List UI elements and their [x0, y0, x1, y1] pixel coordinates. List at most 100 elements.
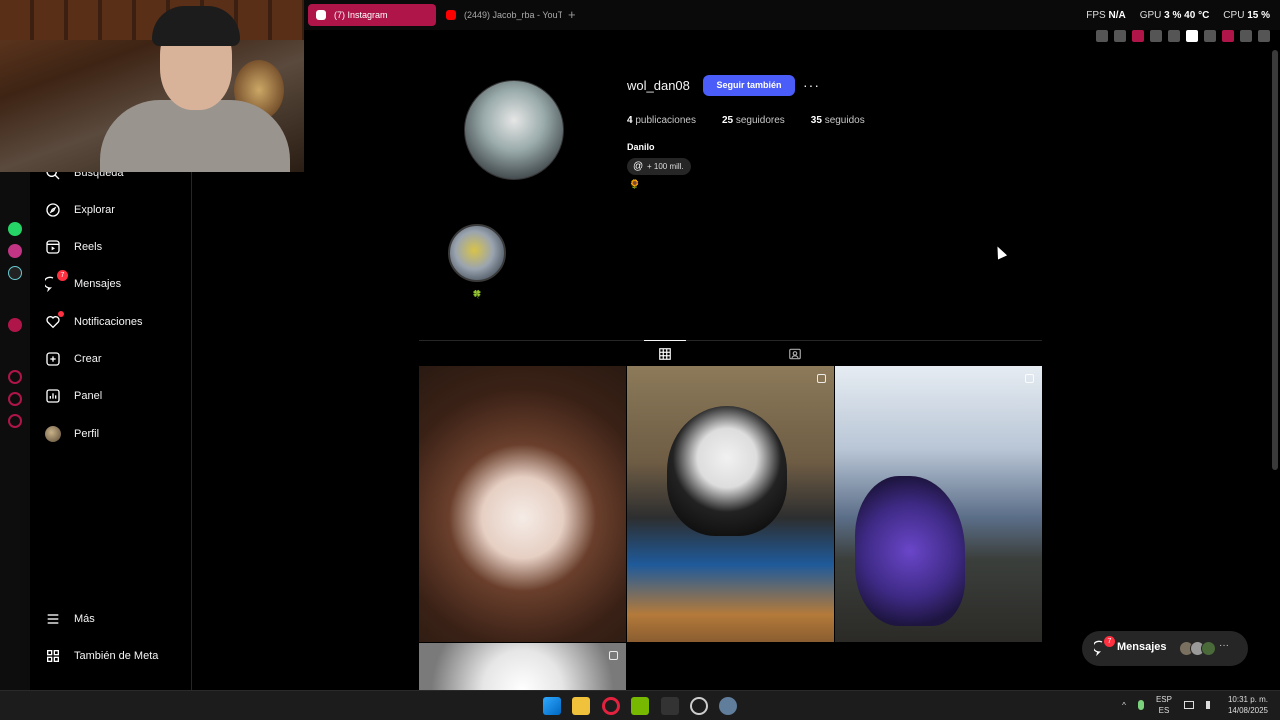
nav-label: Perfil [74, 428, 100, 440]
gpu-readout: GPU 3 % 40 °C [1139, 10, 1210, 21]
carousel-icon [1025, 374, 1034, 383]
nav-profile[interactable]: Perfil [44, 422, 99, 446]
mouse-cursor [992, 244, 1008, 260]
screen: (7) Instagram (2449) Jacob_rba - YouTu +… [0, 0, 1280, 720]
menu-icon[interactable] [1258, 30, 1270, 42]
messages-pill-label: Mensajes [1117, 641, 1167, 653]
nav-label: Panel [74, 390, 103, 402]
tab-label: (2449) Jacob_rba - YouTu [464, 10, 562, 20]
post-tile[interactable] [419, 643, 626, 690]
nav-create[interactable]: Crear [44, 347, 102, 371]
tab-tagged[interactable] [779, 341, 811, 367]
microphone-icon[interactable] [1137, 700, 1144, 710]
profile-r-icon[interactable] [1222, 30, 1234, 42]
profile-username: wol_dan08 [627, 78, 690, 93]
profile-avatar-icon [44, 425, 62, 443]
nav-explore[interactable]: Explorar [44, 198, 115, 222]
nav-panel[interactable]: Panel [44, 384, 102, 408]
carousel-icon [817, 374, 826, 383]
more-avatars-indicator: ··· [1219, 640, 1229, 651]
profile-stats: 4 publicaciones 25 seguidores 35 seguido… [627, 115, 865, 126]
pin-icon[interactable] [1096, 30, 1108, 42]
play-icon[interactable] [1150, 30, 1162, 42]
language-indicator[interactable]: ESP ES [1156, 694, 1172, 716]
post-tile[interactable] [835, 366, 1042, 642]
tab-youtube[interactable]: (2449) Jacob_rba - YouTu [438, 4, 562, 26]
puzzle-icon[interactable] [1204, 30, 1216, 42]
threads-icon: @ [633, 161, 644, 172]
heart-icon [44, 311, 64, 331]
browser-toolbar [1096, 30, 1270, 42]
highlight-label: 🍀 [472, 290, 482, 299]
tab-posts[interactable] [644, 340, 686, 366]
webcam-overlay [0, 0, 304, 172]
download-icon[interactable] [1240, 30, 1252, 42]
extension-icon[interactable] [1186, 30, 1198, 42]
grid-squares-icon [44, 647, 62, 665]
post-tile[interactable] [627, 366, 834, 642]
file-explorer-icon[interactable] [572, 697, 590, 715]
history-icon[interactable] [8, 370, 22, 384]
tiktok-icon[interactable] [8, 266, 22, 280]
instagram-sidebar: Búsqueda Explorar Reels 7 Mensajes Notif… [30, 160, 192, 690]
taskbar: ^ ESP ES 10:31 p. m. 14/08/2025 [0, 690, 1280, 720]
nav-label: Mensajes [74, 278, 122, 290]
volume-icon[interactable] [1205, 701, 1216, 709]
heart-icon[interactable] [1168, 30, 1180, 42]
nav-label: Más [74, 613, 95, 625]
tab-instagram[interactable]: (7) Instagram [308, 4, 436, 26]
tagged-user-icon [789, 348, 801, 360]
whatsapp-icon[interactable] [8, 222, 22, 236]
network-icon[interactable] [1183, 701, 1194, 709]
cpu-readout: CPU 15 % [1223, 10, 1270, 21]
fps-readout: FPS N/A [1086, 10, 1126, 21]
settings-gear-icon[interactable] [719, 697, 737, 715]
discord-icon[interactable] [690, 697, 708, 715]
instagram-icon[interactable] [8, 244, 22, 258]
bio-emoji: 🌻 [629, 179, 641, 189]
windows-start-icon[interactable] [543, 697, 561, 715]
posts-stat: 4 publicaciones [627, 115, 696, 126]
tray-chevron-icon[interactable]: ^ [1122, 701, 1126, 710]
opera-gx-icon[interactable] [602, 697, 620, 715]
nav-also-meta[interactable]: También de Meta [44, 644, 158, 668]
reels-icon [44, 238, 62, 256]
nav-messages[interactable]: 7 Mensajes [44, 270, 122, 296]
nav-label: Reels [74, 241, 103, 253]
messenger-icon: 7 [44, 270, 68, 293]
page-scrollbar[interactable] [1272, 50, 1278, 470]
music-icon[interactable] [8, 318, 22, 332]
nav-label: Crear [74, 353, 102, 365]
followers-stat[interactable]: 25 seguidores [722, 115, 785, 126]
follow-back-button[interactable]: Seguir también [703, 75, 795, 96]
bar-chart-icon [44, 387, 62, 405]
nav-more[interactable]: Más [44, 607, 95, 631]
story-highlight[interactable] [448, 224, 506, 282]
shield-icon[interactable] [1132, 30, 1144, 42]
nav-notifications[interactable]: Notificaciones [44, 310, 142, 334]
youtube-favicon-icon [446, 10, 456, 20]
profile-tabs [419, 340, 1042, 366]
threads-badge[interactable]: @ + 100 mill. [627, 158, 691, 175]
messages-pill[interactable]: 7 Mensajes ··· [1082, 631, 1248, 666]
nvidia-icon[interactable] [631, 697, 649, 715]
nav-label: Notificaciones [74, 316, 143, 328]
following-stat[interactable]: 35 seguidos [811, 115, 865, 126]
post-tile[interactable] [419, 366, 626, 642]
profile-avatar[interactable] [464, 80, 564, 180]
notification-dot [58, 311, 64, 317]
grid-icon [659, 347, 671, 360]
streamlabs-icon[interactable] [661, 697, 679, 715]
avatar [1201, 641, 1216, 656]
settings-icon[interactable] [8, 414, 22, 428]
extensions-icon[interactable] [8, 392, 22, 406]
performance-overlay: FPS N/A GPU 3 % 40 °C CPU 15 % [1086, 10, 1270, 21]
clock[interactable]: 10:31 p. m. 14/08/2025 [1228, 694, 1268, 716]
system-tray: ^ ESP ES 10:31 p. m. 14/08/2025 [1122, 694, 1268, 716]
new-tab-button[interactable]: + [568, 7, 576, 22]
screenshot-icon[interactable] [1114, 30, 1126, 42]
more-options-button[interactable]: ··· [803, 77, 820, 93]
nav-reels[interactable]: Reels [44, 235, 102, 259]
carousel-icon [609, 651, 618, 660]
nav-label: También de Meta [74, 650, 159, 662]
